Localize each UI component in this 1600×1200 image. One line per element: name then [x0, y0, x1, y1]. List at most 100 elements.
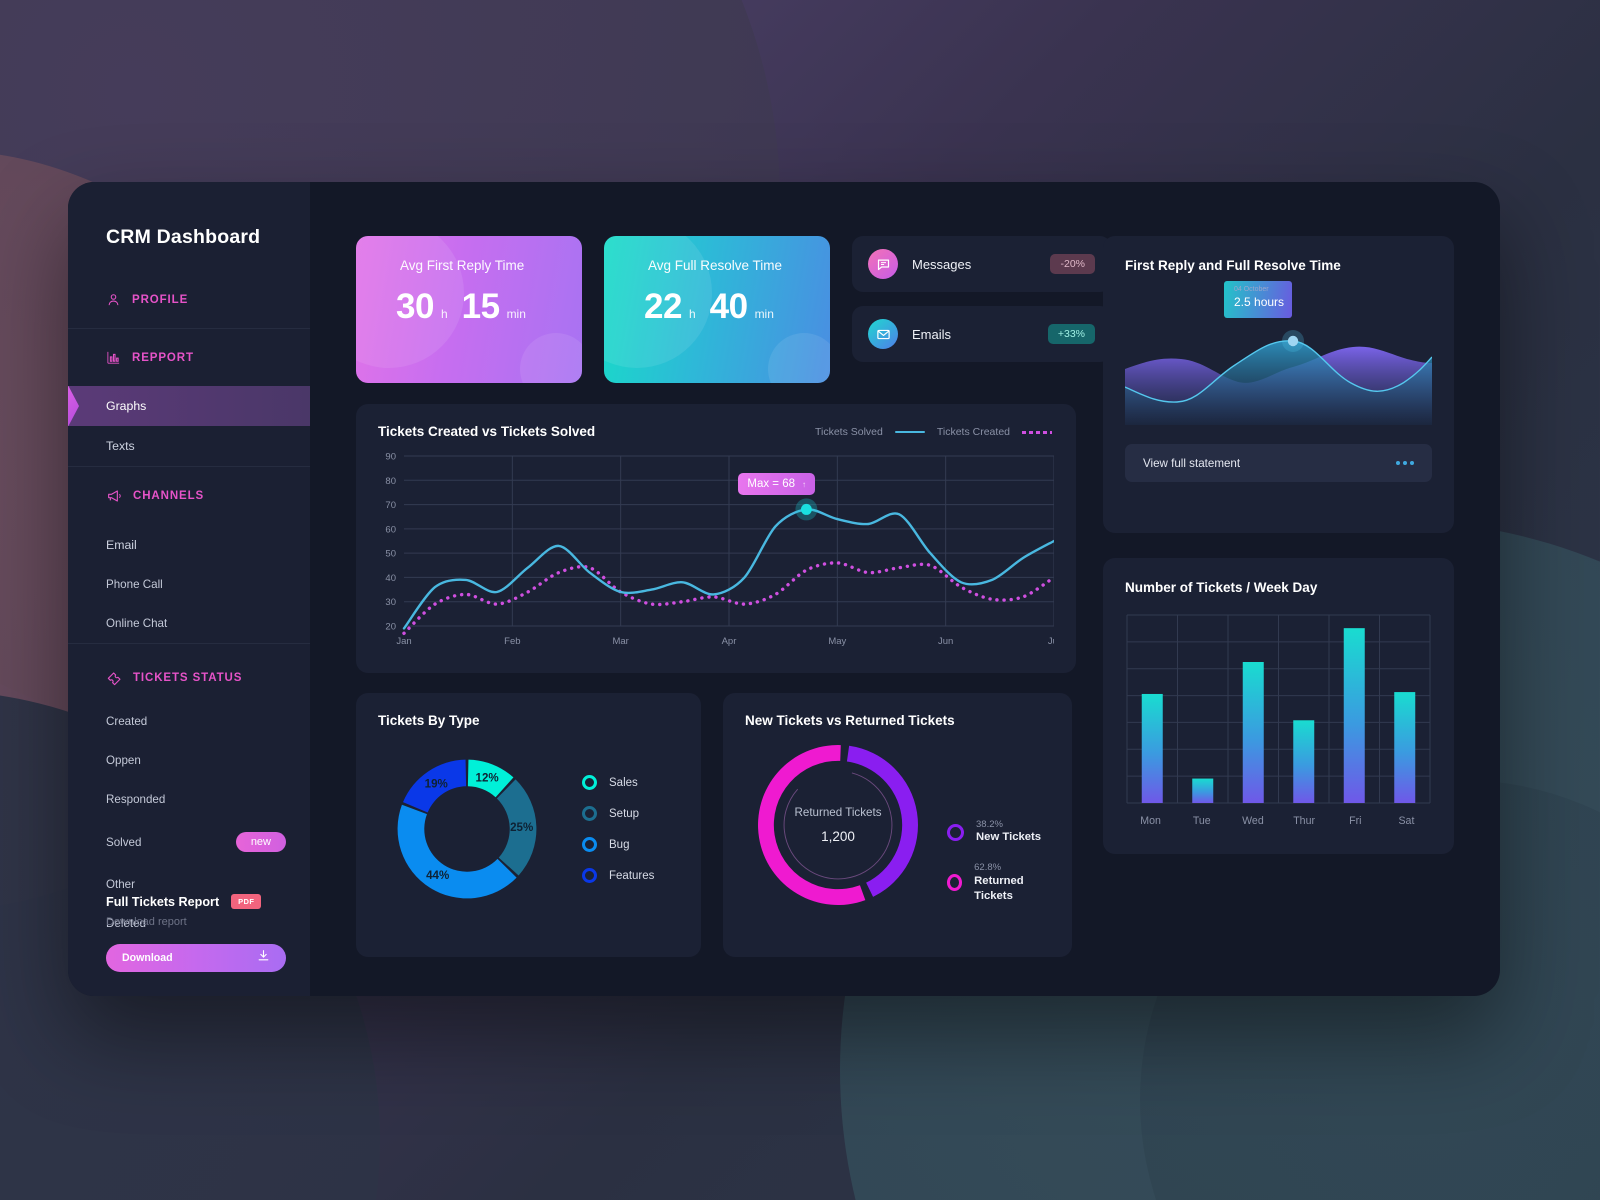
sidebar-section-repport: REPPORT Graphs Texts — [68, 329, 310, 466]
app-title: CRM Dashboard — [106, 226, 261, 248]
arrow-up-icon: ↑ — [802, 479, 806, 489]
tooltip-date: 04 October — [1234, 286, 1269, 293]
sidebar-item-repport[interactable]: REPPORT — [68, 329, 310, 386]
sidebar-section-label: PROFILE — [132, 293, 189, 306]
tooltip-value: 2.5 hours — [1234, 295, 1285, 309]
emails-card[interactable]: Emails +33% — [852, 306, 1111, 362]
report-title: Full Tickets Report — [106, 894, 220, 909]
view-full-statement-button[interactable]: View full statement — [1125, 444, 1432, 482]
pie-center-label: Returned Tickets — [794, 806, 882, 819]
sidebar-item-solved[interactable]: Solved new — [68, 819, 310, 865]
svg-text:Feb: Feb — [504, 636, 520, 647]
chart-max-marker — [795, 498, 818, 521]
full-tickets-report: Full Tickets Report PDF Download report … — [68, 894, 310, 972]
sidebar-item-phone-call[interactable]: Phone Call — [68, 565, 310, 604]
pdf-tag: PDF — [231, 894, 262, 909]
legend-label-solved: Tickets Solved — [814, 426, 883, 438]
line-chart-legend: Tickets Solved Tickets Created — [815, 426, 1052, 438]
app-window: CRM Dashboard PROFILE REPPORT Graphs Tex… — [68, 182, 1500, 996]
download-button[interactable]: Download — [106, 944, 286, 972]
legend-item-features[interactable]: Features — [582, 868, 654, 883]
legend-swatch — [582, 837, 597, 852]
legend-item-setup[interactable]: Setup — [582, 806, 654, 821]
svg-text:Mar: Mar — [612, 636, 628, 647]
first-reply-resolve-card: First Reply and Full Resolve Time 04 Oct… — [1103, 236, 1454, 533]
sidebar-item-oppen[interactable]: Oppen — [68, 741, 310, 780]
svg-text:Jul: Jul — [1048, 636, 1054, 647]
legend-swatch — [582, 806, 597, 821]
bar[interactable] — [1293, 720, 1315, 803]
decorative-bubble — [768, 333, 830, 383]
donut-slice-label: 25% — [510, 822, 533, 834]
bar[interactable] — [1141, 693, 1163, 803]
sidebar-item-label: Online Chat — [106, 617, 168, 630]
sidebar-item-label: Texts — [106, 439, 135, 453]
sidebar-item-label: Solved — [106, 835, 142, 849]
pie-center-value: 1,200 — [821, 829, 855, 844]
donut-slice-label: 44% — [426, 870, 449, 882]
svg-text:90: 90 — [385, 452, 396, 463]
max-tooltip-label: Max = 68 — [747, 478, 795, 491]
legend-item-sales[interactable]: Sales — [582, 775, 654, 790]
sidebar-item-profile[interactable]: PROFILE — [68, 271, 310, 328]
messages-card[interactable]: Messages -20% — [852, 236, 1111, 292]
message-icon — [868, 249, 898, 279]
sidebar-section-label: TICKETS STATUS — [133, 672, 243, 684]
legend-item-bug[interactable]: Bug — [582, 837, 654, 852]
sidebar-item-online-chat[interactable]: Online Chat — [68, 604, 310, 643]
card-title: Tickets By Type — [378, 713, 480, 728]
bar-x-label: Wed — [1242, 815, 1264, 827]
sidebar-item-channels[interactable]: CHANNELS — [68, 467, 310, 525]
legend-label: Returned Tickets — [974, 874, 1024, 902]
tickets-per-weekday-card: Number of Tickets / Week Day Mon Tue Wed… — [1103, 558, 1454, 854]
sidebar-item-label: Responded — [106, 793, 166, 806]
card-title: New Tickets vs Returned Tickets — [745, 713, 955, 728]
svg-text:Apr: Apr — [722, 636, 737, 647]
legend-item-returned-tickets[interactable]: 62.8% Returned Tickets — [947, 862, 1050, 904]
max-tooltip: Max = 68 ↑ — [738, 473, 815, 496]
sidebar-item-label: Other — [106, 878, 135, 891]
decorative-bubble — [520, 333, 582, 383]
bar[interactable] — [1394, 692, 1416, 803]
legend-swatch — [947, 874, 963, 892]
avg-first-reply-card[interactable]: Avg First Reply Time 30 h 15 min — [356, 236, 582, 383]
decorative-bubble — [356, 236, 464, 368]
legend-label: Features — [609, 869, 655, 882]
svg-text:20: 20 — [385, 622, 396, 633]
legend-swatch — [582, 775, 597, 790]
sidebar-section-label: REPPORT — [132, 351, 194, 364]
download-button-label: Download — [122, 952, 173, 964]
bar[interactable] — [1343, 628, 1365, 803]
more-dots-icon[interactable] — [1396, 461, 1414, 465]
sidebar-item-graphs[interactable]: Graphs — [68, 386, 310, 426]
svg-text:May: May — [828, 636, 846, 647]
download-icon — [257, 949, 270, 967]
area-chart-plot — [1124, 330, 1433, 425]
sidebar-item-created[interactable]: Created — [68, 702, 310, 741]
avg-full-resolve-card[interactable]: Avg Full Resolve Time 22 h 40 min — [604, 236, 830, 383]
sidebar-item-responded[interactable]: Responded — [68, 780, 310, 819]
bar-chart-plot — [1126, 614, 1431, 804]
legend-swatch — [947, 823, 964, 841]
bar[interactable] — [1242, 662, 1264, 803]
tickets-line-chart-card: Tickets Created vs Tickets Solved Ticket… — [356, 404, 1076, 673]
bar[interactable] — [1192, 778, 1214, 803]
svg-text:60: 60 — [385, 524, 396, 535]
status-badge: +33% — [1047, 324, 1095, 344]
sidebar-item-texts[interactable]: Texts — [68, 426, 310, 466]
right-column: First Reply and Full Resolve Time 04 Oct… — [1103, 236, 1454, 854]
legend-item-new-tickets[interactable]: 38.2% New Tickets — [947, 819, 1050, 846]
svg-text:Jun: Jun — [938, 636, 953, 647]
sidebar-item-tickets-status[interactable]: TICKETS STATUS — [68, 644, 310, 702]
svg-text:70: 70 — [385, 500, 396, 511]
tickets-by-type-card: Tickets By Type 12% 25% 44% 19% Sales Se… — [356, 693, 701, 957]
legend-percent: 62.8% — [974, 861, 1002, 873]
minutes-unit: min — [754, 307, 774, 321]
donut-slice[interactable] — [397, 804, 517, 899]
bar-x-label: Tue — [1192, 815, 1211, 827]
minutes-value: 40 — [709, 287, 748, 326]
legend-percent: 38.2% — [976, 818, 1003, 830]
bar-x-label: Thur — [1293, 815, 1315, 827]
bar-x-label: Sat — [1398, 815, 1415, 827]
sidebar-item-email[interactable]: Email — [68, 525, 310, 565]
